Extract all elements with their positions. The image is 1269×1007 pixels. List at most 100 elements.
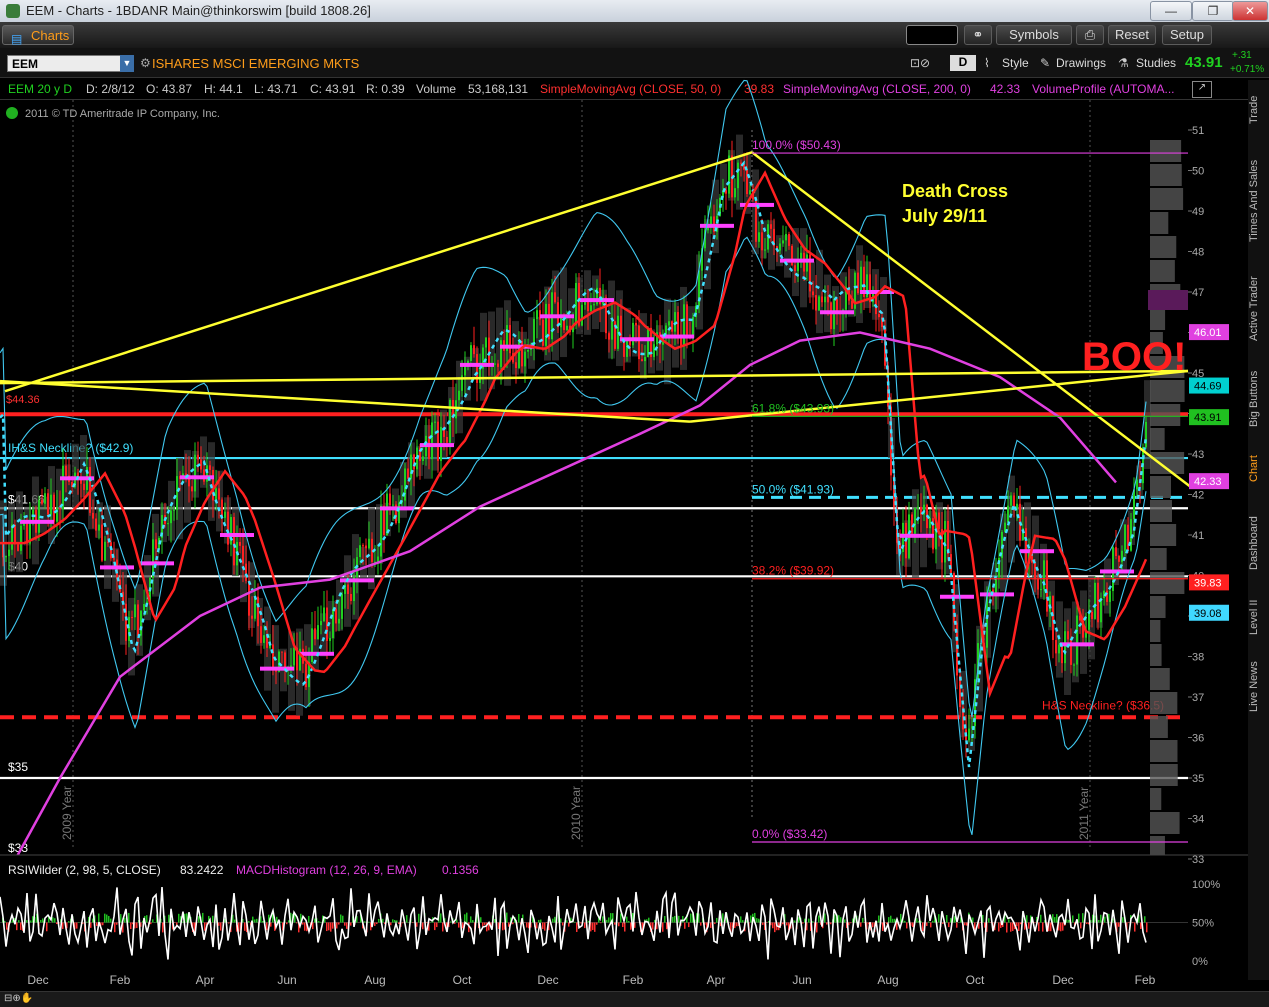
candle-body [500, 340, 502, 367]
macd-bar [574, 921, 576, 923]
side-tab-big-buttons[interactable]: Big Buttons [1248, 362, 1269, 436]
profile-bar [1150, 572, 1185, 594]
macd-bar [440, 913, 442, 923]
candle-body [857, 272, 859, 294]
macd-bar [614, 922, 616, 925]
axis-tick-label: 35 [1192, 773, 1204, 785]
macd-bar [674, 915, 676, 923]
macd-bar [964, 922, 966, 926]
side-tab-trade[interactable]: Trade [1248, 88, 1269, 132]
candle-body [26, 520, 28, 544]
candle-body [944, 520, 946, 563]
macd-bar [20, 922, 22, 930]
macd-bar [46, 922, 48, 932]
macd-bar [152, 919, 154, 923]
macd-bar [684, 922, 686, 929]
candle-body [1091, 612, 1093, 619]
monthly-marker [140, 561, 174, 566]
macd-bar [762, 922, 764, 925]
side-tab-active-trader[interactable]: Active Trader [1248, 266, 1269, 352]
macd-value: 0.1356 [442, 863, 479, 877]
candle-body [812, 291, 814, 296]
profile-poc [1148, 290, 1188, 310]
candle-body [131, 617, 133, 619]
candle-body [542, 319, 544, 346]
candle-body [740, 162, 742, 164]
side-tab-level2[interactable]: Level II [1248, 590, 1269, 644]
candle-body [593, 304, 595, 306]
macd-bar [1008, 919, 1010, 923]
candle-body [1118, 556, 1120, 562]
axis-tick-label: 51 [1192, 125, 1204, 137]
candle-body [629, 340, 631, 346]
candle-body [251, 615, 253, 619]
candle-body [782, 240, 784, 244]
macd-bar [1062, 922, 1064, 931]
candle-body [218, 488, 220, 500]
candle-body [350, 593, 352, 601]
monthly-marker [980, 592, 1014, 597]
macd-bar [1104, 916, 1106, 923]
month-label: Dec [537, 973, 558, 987]
monthly-marker [620, 337, 654, 342]
side-tab-times-sales[interactable]: Times And Sales [1248, 146, 1269, 256]
macd-bar [1128, 922, 1130, 924]
candle-body [386, 493, 388, 536]
side-tab-dashboard[interactable]: Dashboard [1248, 508, 1269, 578]
lower-tick-label: 50% [1192, 918, 1214, 930]
macd-bar [948, 922, 950, 928]
monthly-marker [460, 362, 494, 367]
candle-body [398, 502, 400, 524]
macd-bar [484, 922, 486, 925]
macd-bar [552, 918, 554, 923]
monthly-marker [820, 310, 854, 315]
candle-body [1034, 562, 1036, 580]
macd-bar [602, 916, 604, 923]
candle-body [434, 421, 436, 423]
candle-body [170, 510, 172, 524]
price-chart[interactable]: 2009 Year 2010 Year 2011 Year $44.36 IH&S N… [0, 0, 1248, 1007]
macd-bar [802, 922, 804, 924]
macd-bar [736, 922, 738, 927]
macd-bar [1082, 913, 1084, 923]
month-label: Feb [110, 973, 131, 987]
side-tab-live-news[interactable]: Live News [1248, 654, 1269, 720]
macd-bar [906, 922, 908, 929]
side-tab-chart[interactable]: Chart [1248, 448, 1269, 490]
macd-bar [562, 922, 564, 926]
macd-bar [26, 920, 28, 923]
axis-tick-label: 42 [1192, 490, 1204, 502]
candle-body [527, 349, 529, 352]
macd-bar [254, 919, 256, 923]
side-tabs: Trade Times And Sales Active Trader Big … [1248, 80, 1269, 980]
axis-tick-label: 33 [1192, 854, 1204, 866]
macd-bar [368, 921, 370, 923]
macd-bar [1140, 922, 1142, 929]
level-label: $44.36 [6, 394, 40, 406]
macd-bar [108, 915, 110, 923]
macd-bar [626, 916, 628, 923]
macd-bar [302, 922, 304, 925]
year-label: 2011 Year [1077, 787, 1091, 840]
price-tag-label: 44.69 [1194, 381, 1222, 393]
candle-body [5, 556, 7, 558]
macd-bar [838, 915, 840, 923]
candle-body [1025, 528, 1027, 564]
monthly-marker [1060, 642, 1094, 647]
macd-bar [938, 914, 940, 923]
macd-bar [328, 922, 330, 931]
candle-body [914, 507, 916, 534]
candle-body [821, 296, 823, 303]
macd-bar [1072, 915, 1074, 923]
macd-bar [956, 922, 958, 928]
candle-body [638, 325, 640, 360]
bottom-scroll-bar[interactable]: ⊟⊕✋ [0, 991, 1269, 1007]
candle-body [590, 305, 592, 312]
candle-body [626, 340, 628, 357]
candle-body [128, 617, 130, 641]
macd-bar [146, 915, 148, 923]
candle-body [788, 233, 790, 246]
zoom-out-icon[interactable]: ⊟⊕✋ [4, 993, 33, 1004]
macd-bar [714, 922, 716, 924]
candle-body [671, 321, 673, 332]
